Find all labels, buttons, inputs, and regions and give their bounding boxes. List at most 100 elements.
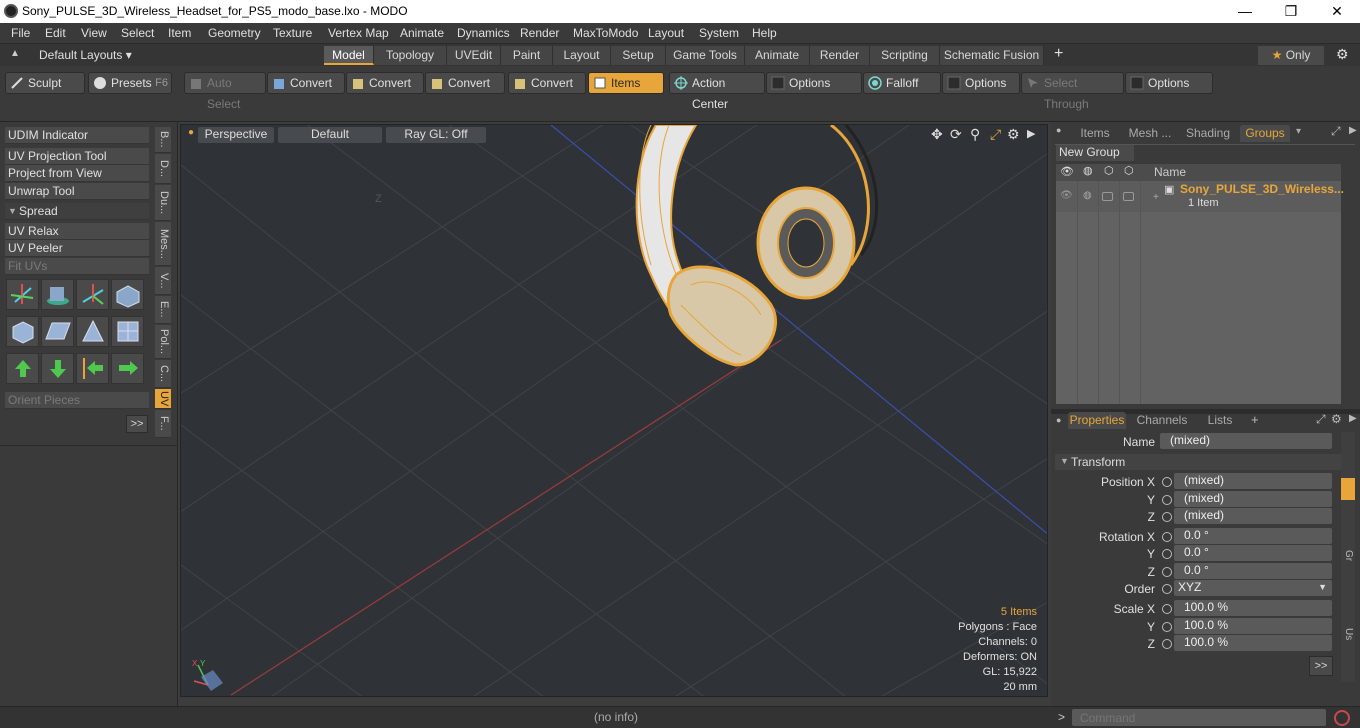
uv-move-tool-icon[interactable] bbox=[76, 279, 109, 310]
menu-system[interactable]: System bbox=[699, 26, 739, 40]
scale-y-anim-icon[interactable] bbox=[1162, 622, 1172, 632]
zoom-icon[interactable]: ⚲ bbox=[970, 126, 980, 143]
transform-section[interactable]: ▼ Transform bbox=[1055, 454, 1342, 470]
rotation-y-anim-icon[interactable] bbox=[1162, 549, 1172, 559]
uv-projection-tool-button[interactable]: UV Projection Tool bbox=[5, 148, 149, 165]
rotation-x-anim-icon[interactable] bbox=[1162, 532, 1172, 542]
scale-x-anim-icon[interactable] bbox=[1162, 604, 1172, 614]
uv-box-tool-icon[interactable] bbox=[111, 279, 144, 310]
tab-topology[interactable]: Topology bbox=[374, 46, 447, 65]
tab-mesh[interactable]: Mesh ... bbox=[1122, 125, 1178, 142]
command-input[interactable] bbox=[1072, 709, 1326, 726]
convert-button-3[interactable]: Convert bbox=[425, 72, 505, 94]
tab-layout[interactable]: Layout bbox=[553, 46, 611, 65]
tab-game-tools[interactable]: Game Tools bbox=[666, 46, 745, 65]
viewport-options-dot[interactable]: ● bbox=[188, 127, 194, 138]
convert-button-1[interactable]: Convert bbox=[267, 72, 345, 94]
tab-scripting[interactable]: Scripting bbox=[870, 46, 940, 65]
scale-y-field[interactable]: 100.0 % bbox=[1174, 618, 1332, 634]
rotation-z-field[interactable]: 0.0 ° bbox=[1174, 563, 1332, 579]
tab-schematic-fusion[interactable]: Schematic Fusion bbox=[940, 46, 1044, 65]
falloff-button[interactable]: Falloff bbox=[863, 72, 941, 94]
menu-animate[interactable]: Animate bbox=[400, 26, 444, 40]
vtab-d[interactable]: D... bbox=[155, 154, 171, 184]
menu-select[interactable]: Select bbox=[121, 26, 154, 40]
uv-transform-tool-icon[interactable] bbox=[6, 279, 39, 310]
tab-paint[interactable]: Paint bbox=[501, 46, 553, 65]
new-group-button[interactable]: New Group bbox=[1056, 145, 1134, 161]
menu-edit[interactable]: Edit bbox=[45, 26, 66, 40]
gear-icon[interactable]: ⚙ bbox=[1336, 46, 1349, 63]
3d-viewport[interactable]: ● Perspective Default Ray GL: Off Z ✥ ⟳ … bbox=[180, 124, 1048, 697]
viewport-gear-icon[interactable]: ⚙ bbox=[1007, 126, 1020, 143]
row-select-checkbox[interactable] bbox=[1123, 192, 1134, 201]
row-render-icon[interactable]: ◍ bbox=[1083, 190, 1092, 201]
align-left-icon[interactable] bbox=[76, 353, 109, 384]
select-through-button[interactable]: Select Through bbox=[1021, 72, 1124, 111]
vtab-mes[interactable]: Mes... bbox=[155, 222, 171, 266]
raygl-toggle[interactable]: Ray GL: Off bbox=[386, 127, 486, 143]
uv-relax-button[interactable]: UV Relax bbox=[5, 223, 149, 240]
menu-item[interactable]: Item bbox=[168, 26, 191, 40]
presets-button[interactable]: Presets F6 bbox=[88, 72, 172, 94]
tabs-dropdown-icon[interactable]: ▾ bbox=[1296, 126, 1301, 137]
tab-uvedit[interactable]: UVEdit bbox=[447, 46, 501, 65]
vtab-f[interactable]: F... bbox=[155, 410, 171, 438]
sculpt-button[interactable]: Sculpt bbox=[5, 72, 85, 94]
align-up-icon[interactable] bbox=[6, 353, 39, 384]
uv-cube-icon[interactable] bbox=[6, 316, 39, 347]
position-z-field[interactable]: (mixed) bbox=[1174, 508, 1332, 524]
vtab-c[interactable]: C... bbox=[155, 360, 171, 388]
position-x-anim-icon[interactable] bbox=[1162, 477, 1172, 487]
position-y-anim-icon[interactable] bbox=[1162, 495, 1172, 505]
properties-arrow-icon[interactable]: ▶ bbox=[1349, 413, 1357, 424]
position-x-field[interactable]: (mixed) bbox=[1174, 473, 1332, 489]
project-from-view-button[interactable]: Project from View bbox=[5, 165, 149, 182]
vtab-e[interactable]: E... bbox=[155, 296, 171, 324]
add-tab-plus-icon[interactable]: + bbox=[1251, 412, 1259, 427]
record-icon[interactable] bbox=[1334, 710, 1350, 726]
menu-layout[interactable]: Layout bbox=[648, 26, 684, 40]
expand-row-icon[interactable]: + bbox=[1153, 192, 1159, 203]
convert-button-4[interactable]: Convert bbox=[508, 72, 586, 94]
uv-cylinder-tool-icon[interactable] bbox=[41, 279, 74, 310]
options-button-3[interactable]: Options bbox=[1125, 72, 1213, 94]
tab-render[interactable]: Render bbox=[810, 46, 870, 65]
action-center-button[interactable]: Action Center bbox=[669, 72, 765, 111]
rotation-z-anim-icon[interactable] bbox=[1162, 567, 1172, 577]
options-button-2[interactable]: Options bbox=[942, 72, 1020, 94]
tab-setup[interactable]: Setup bbox=[611, 46, 666, 65]
rotation-y-field[interactable]: 0.0 ° bbox=[1174, 545, 1332, 561]
vtab-du[interactable]: Du... bbox=[155, 185, 171, 221]
orient-pieces-button[interactable]: Orient Pieces bbox=[5, 392, 149, 409]
minimize-button[interactable]: — bbox=[1222, 0, 1268, 23]
properties-options-dot[interactable]: ● bbox=[1056, 415, 1061, 425]
order-select[interactable]: XYZ ▼ bbox=[1174, 580, 1332, 596]
uv-pyramid-icon[interactable] bbox=[76, 316, 109, 347]
vtab-b[interactable]: B... bbox=[155, 127, 171, 153]
align-down-icon[interactable] bbox=[41, 353, 74, 384]
name-field[interactable]: (mixed) bbox=[1160, 433, 1332, 449]
vtab-v[interactable]: V... bbox=[155, 267, 171, 295]
tab-properties[interactable]: Properties bbox=[1068, 412, 1126, 429]
only-toggle[interactable]: ★ Only bbox=[1258, 46, 1324, 65]
shading-style-dropdown[interactable]: Default bbox=[278, 127, 382, 143]
position-y-field[interactable]: (mixed) bbox=[1174, 491, 1332, 507]
panel-options-dot[interactable]: ● bbox=[1056, 125, 1061, 135]
convert-button-2[interactable]: Convert bbox=[346, 72, 424, 94]
vtab-pol[interactable]: Pol... bbox=[155, 325, 171, 359]
menu-file[interactable]: File bbox=[11, 26, 30, 40]
tab-animate[interactable]: Animate bbox=[745, 46, 810, 65]
properties-gear-icon[interactable]: ⚙ bbox=[1331, 412, 1342, 426]
uv-box-grid-icon[interactable] bbox=[111, 316, 144, 347]
panel-arrow-icon[interactable]: ▶ bbox=[1349, 125, 1357, 136]
row-visibility-icon[interactable]: 👁 bbox=[1060, 190, 1073, 201]
menu-maxtomodo[interactable]: MaxToModo bbox=[573, 26, 638, 40]
row-lock-checkbox[interactable] bbox=[1102, 192, 1113, 201]
rotation-x-field[interactable]: 0.0 ° bbox=[1174, 528, 1332, 544]
menu-dynamics[interactable]: Dynamics bbox=[457, 26, 510, 40]
uv-grid-icon[interactable] bbox=[41, 316, 74, 347]
sidebar-tab-gr[interactable]: Gr bbox=[1343, 550, 1354, 561]
menu-texture[interactable]: Texture bbox=[273, 26, 312, 40]
fit-uvs-button[interactable]: Fit UVs bbox=[5, 258, 149, 275]
